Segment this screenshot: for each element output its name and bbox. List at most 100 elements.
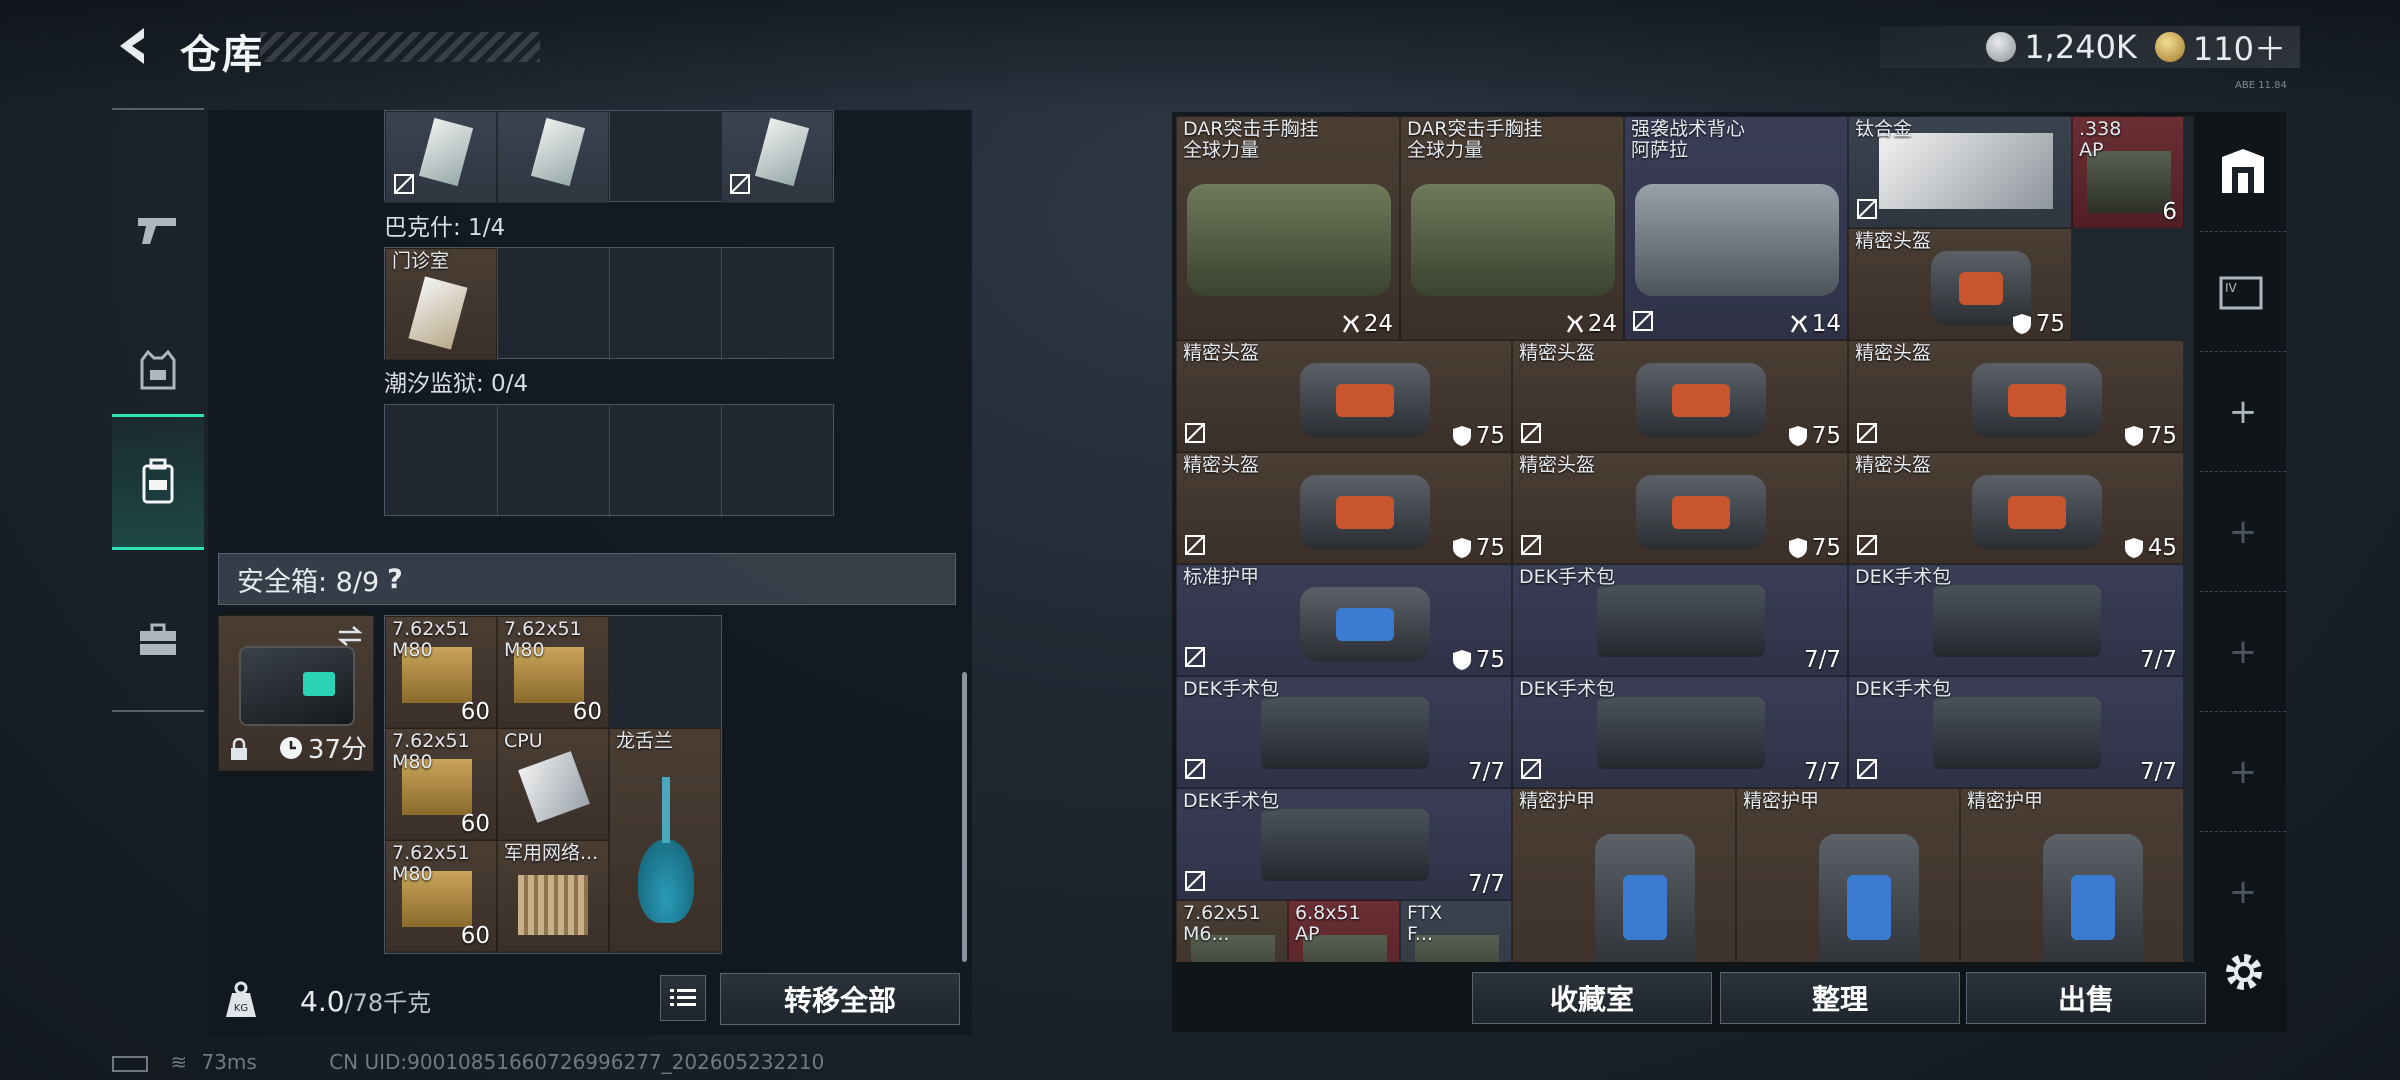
ammo-item[interactable]: 7.62x51 M80 60 — [385, 728, 497, 840]
vest-item[interactable]: 强袭战术背心 阿萨拉 14 — [1624, 116, 1848, 340]
keycard-item[interactable] — [721, 111, 833, 203]
no-trade-icon — [1857, 535, 1877, 555]
weight-value: 4.0 — [300, 985, 345, 1018]
sort-button[interactable]: 整理 — [1720, 972, 1960, 1024]
title-hatch-decoration — [260, 32, 540, 62]
stash-tab-locked[interactable]: + — [2200, 712, 2286, 832]
medkit-item[interactable]: DEK手术包 7/7 — [1176, 676, 1512, 788]
no-trade-icon — [1185, 759, 1205, 779]
item-count: 7/7 — [2139, 759, 2177, 785]
network-device-item[interactable]: 军用网络... — [497, 840, 609, 952]
item-count: 75 — [1452, 535, 1505, 561]
item-label: 军用网络... — [504, 842, 599, 864]
ammo-item[interactable]: 6.8x51 AP — [1288, 900, 1400, 962]
item-label: 精密头盔 — [1855, 342, 1932, 364]
medkit-item[interactable]: DEK手术包 7/7 — [1512, 564, 1848, 676]
stash-tab-locked[interactable]: + — [2200, 592, 2286, 712]
backpack-scrollbar[interactable] — [962, 672, 967, 962]
tequila-item[interactable]: 龙舌兰 — [609, 728, 721, 952]
weight-readout: 4.0/78千克 — [300, 983, 431, 1018]
safe-timer: 37分 — [278, 729, 367, 766]
item-label: 7.62x51 M80 — [392, 730, 470, 773]
gold-currency[interactable]: 110＋ — [2154, 24, 2286, 70]
sidebar-tab-backpack[interactable] — [112, 414, 204, 550]
medkit-icon — [1933, 585, 2101, 657]
keycard-icon — [530, 117, 586, 187]
gun-icon — [138, 218, 176, 244]
armor-item[interactable]: 精密护甲 — [1512, 788, 1736, 962]
helmet-item[interactable]: 精密头盔 75 — [1512, 452, 1848, 564]
item-label: 6.8x51 AP — [1295, 902, 1361, 945]
no-trade-icon — [1185, 535, 1205, 555]
helmet-icon — [1972, 475, 2102, 550]
armor-item[interactable]: 精密护甲 — [1960, 788, 2184, 962]
helmet-icon — [1972, 363, 2102, 438]
item-label: DEK手术包 — [1855, 678, 1952, 700]
safe-box-grid: 7.62x51 M80 60 7.62x51 M80 60 7.62x51 M8… — [384, 615, 722, 954]
stash-tab-tier[interactable]: IV — [2200, 232, 2286, 352]
settings-button[interactable] — [2220, 948, 2268, 1000]
plate-item[interactable]: 钛合金 — [1848, 116, 2072, 228]
helmet-item[interactable]: 精密头盔 75 — [1848, 340, 2184, 452]
keycard-item[interactable] — [385, 111, 497, 203]
ammo-item[interactable]: 7.62x51 M6... — [1176, 900, 1288, 962]
safe-box-item[interactable]: 37分 — [218, 615, 374, 771]
item-count: 75 — [1452, 647, 1505, 673]
keycard-icon — [408, 276, 468, 350]
silver-currency[interactable]: 1,240K — [1986, 28, 2137, 66]
rig-item[interactable]: DAR突击手胸挂 全球力量 24 — [1176, 116, 1400, 340]
helmet-item[interactable]: 精密头盔 75 — [1512, 340, 1848, 452]
item-label: DEK手术包 — [1183, 678, 1280, 700]
item-count: 24 — [1342, 311, 1393, 337]
help-icon[interactable]: ? — [387, 564, 403, 595]
medkit-item[interactable]: DEK手术包 7/7 — [1848, 564, 2184, 676]
helmet-item[interactable]: 精密头盔 75 — [1176, 452, 1512, 564]
medkit-icon — [1597, 697, 1765, 769]
ammo-item[interactable]: FTX F... — [1400, 900, 1512, 962]
wifi-icon: ≋ — [170, 1050, 188, 1074]
list-view-button[interactable] — [660, 975, 706, 1021]
armor-icon — [1300, 587, 1430, 662]
armor-item[interactable]: 精密护甲 — [1736, 788, 1960, 962]
helmet-item[interactable]: 精密头盔 45 — [1848, 452, 2184, 564]
user-uid: CN UID:90010851660726996277_202605232210 — [329, 1050, 825, 1074]
panel-insert — [1336, 496, 1394, 529]
helmet-item[interactable]: 精密头盔 75 — [1848, 228, 2072, 340]
keycard-item[interactable] — [497, 111, 609, 203]
ammo-item[interactable]: 7.62x51 M80 60 — [385, 616, 497, 728]
swap-icon[interactable] — [335, 624, 365, 648]
sidebar-tab-case[interactable] — [112, 600, 204, 680]
transfer-all-button[interactable]: 转移全部 — [720, 973, 960, 1025]
stash-tab-locked[interactable]: + — [2200, 832, 2286, 952]
backpack-bottom-bar: KG 4.0/78千克 转移全部 — [208, 965, 972, 1035]
medkit-item[interactable]: DEK手术包 7/7 — [1848, 676, 2184, 788]
medkit-item[interactable]: DEK手术包 7/7 — [1512, 676, 1848, 788]
item-label: FTX F... — [1407, 902, 1443, 945]
cpu-item[interactable]: CPU — [497, 728, 609, 840]
sell-button[interactable]: 出售 — [1966, 972, 2206, 1024]
ammo-item[interactable]: 7.62x51 M80 60 — [385, 840, 497, 952]
stash-tab-add[interactable]: + — [2200, 352, 2286, 472]
durability-shield-icon — [1452, 426, 1471, 446]
key-item[interactable]: 门诊室 — [385, 248, 497, 360]
armor-item[interactable]: 标准护甲 75 — [1176, 564, 1512, 676]
keycard-icon — [418, 117, 474, 187]
stash-tab-locked[interactable]: + — [2200, 472, 2286, 592]
durability-shield-icon — [2124, 426, 2143, 446]
back-arrow-icon[interactable] — [112, 24, 156, 68]
ammo-item[interactable]: 7.62x51 M80 60 — [497, 616, 609, 728]
helmet-item[interactable]: 精密头盔 75 — [1176, 340, 1512, 452]
item-label: 精密头盔 — [1183, 342, 1260, 364]
collection-room-button[interactable]: 收藏室 — [1472, 972, 1712, 1024]
rig-item[interactable]: DAR突击手胸挂 全球力量 24 — [1400, 116, 1624, 340]
capacity-icon — [1342, 315, 1359, 333]
stash-tab-main[interactable] — [2200, 112, 2286, 232]
item-count: 7/7 — [1803, 759, 1841, 785]
durability-shield-icon — [2124, 538, 2143, 558]
item-label: 龙舌兰 — [616, 730, 674, 752]
medkit-item[interactable]: DEK手术包 7/7 — [1176, 788, 1512, 900]
ammo-item[interactable]: .338 AP 6 — [2072, 116, 2184, 228]
sidebar-tab-weapons[interactable] — [112, 160, 204, 300]
no-trade-icon — [394, 174, 414, 194]
container-top-grid — [384, 110, 834, 203]
